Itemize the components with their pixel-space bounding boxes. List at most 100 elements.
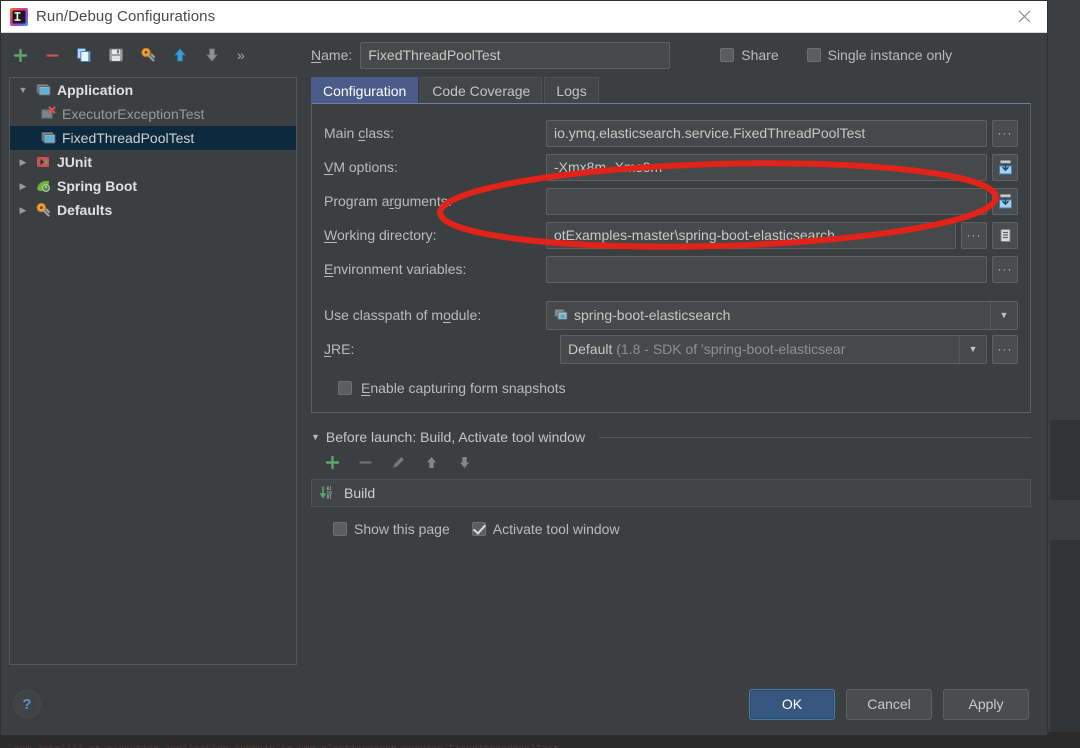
- name-label: NName:ame:: [311, 47, 353, 63]
- twisty-collapsed-icon[interactable]: ▶: [16, 157, 30, 168]
- share-checkbox[interactable]: Share: [720, 47, 779, 63]
- expand-editor-icon: [998, 193, 1012, 208]
- tree-item-application[interactable]: ▼ Application: [10, 78, 296, 102]
- before-launch-header[interactable]: ▼ Before launch: Build, Activate tool wi…: [311, 429, 1031, 445]
- copy-configuration-icon[interactable]: [73, 44, 95, 66]
- jre-combobox[interactable]: Default (1.8 - SDK of 'spring-boot-elast…: [560, 334, 987, 364]
- move-up-icon[interactable]: [169, 44, 191, 66]
- environment-variables-label: Environment variables:: [324, 261, 467, 277]
- dialog-title: Run/Debug Configurations: [36, 8, 216, 25]
- chevron-down-icon[interactable]: ▼: [990, 301, 1017, 329]
- tree-item-executor-exception-test[interactable]: ExecutorExceptionTest: [10, 102, 296, 126]
- tree-item-fixed-thread-pool-test[interactable]: FixedThreadPoolTest: [10, 126, 296, 150]
- tree-item-defaults[interactable]: ▶ Defaults: [10, 198, 296, 222]
- environment-variables-input[interactable]: [546, 255, 987, 283]
- jre-row: JRE: Default (1.8 - SDK of 'spring-boot-…: [324, 334, 1018, 364]
- tree-item-label: Spring Boot: [57, 178, 138, 194]
- intellij-idea-logo-icon: [10, 7, 28, 26]
- before-launch-options: Show this page Activate tool window: [311, 521, 1031, 537]
- before-launch-task-row[interactable]: 01 10 01 Build: [311, 479, 1031, 507]
- jre-browse-button[interactable]: ···: [992, 334, 1018, 364]
- before-launch-move-up-button[interactable]: [424, 455, 439, 473]
- jre-label: JRE:: [324, 341, 355, 357]
- before-launch-task-label: Build: [344, 485, 376, 501]
- junit-icon: [35, 154, 52, 170]
- show-this-page-checkbox[interactable]: Show this page: [333, 521, 450, 537]
- vm-options-expand-button[interactable]: [992, 153, 1018, 181]
- tab-configuration[interactable]: Configuration: [311, 77, 419, 103]
- ellipsis-icon: ···: [997, 342, 1013, 356]
- main-class-input[interactable]: io.ymq.elasticsearch.service.FixedThread…: [546, 119, 987, 147]
- toolbar-and-name-row: » NName:ame: FixedThreadPoolTest Share S…: [1, 33, 1047, 77]
- single-instance-label: Single instance only: [827, 47, 953, 63]
- configuration-name-input[interactable]: FixedThreadPoolTest: [360, 41, 671, 69]
- application-error-icon: [40, 106, 57, 122]
- twisty-expanded-icon[interactable]: ▼: [311, 432, 320, 442]
- before-launch-edit-button[interactable]: [391, 455, 406, 473]
- show-this-page-checkbox-box: [333, 522, 347, 536]
- save-configuration-icon[interactable]: [105, 44, 127, 66]
- working-directory-macros-button[interactable]: [992, 221, 1018, 249]
- tree-item-spring-boot[interactable]: ▶ Spring Boot: [10, 174, 296, 198]
- jre-value-hint: (1.8 - SDK of 'spring-boot-elasticsear: [616, 341, 846, 357]
- wrench-gear-icon: [35, 202, 52, 218]
- single-instance-checkbox-box: [806, 48, 821, 62]
- tree-item-label: Application: [57, 82, 134, 98]
- tree-item-junit[interactable]: ▶ JUnit: [10, 150, 296, 174]
- ok-button[interactable]: OK: [749, 688, 835, 720]
- dialog-footer: ? OK Cancel Apply: [1, 673, 1047, 735]
- apply-button[interactable]: Apply: [943, 688, 1029, 720]
- application-run-icon: [40, 130, 57, 146]
- tab-code-coverage[interactable]: Code Coverage: [420, 77, 543, 103]
- move-down-icon[interactable]: [201, 44, 223, 66]
- console-text: com.intellij.rt.execution.application.Ap…: [14, 744, 559, 748]
- close-icon[interactable]: [1001, 1, 1047, 32]
- main-class-browse-button[interactable]: ···: [992, 119, 1018, 147]
- activate-tool-window-checkbox-box: [471, 522, 486, 536]
- form-snapshots-label: Enable capturing form snapshots: [361, 380, 566, 396]
- application-folder-icon: [35, 82, 52, 98]
- twisty-collapsed-icon[interactable]: ▶: [16, 181, 30, 192]
- before-launch-move-down-button[interactable]: [457, 455, 472, 473]
- vm-options-input[interactable]: -Xmx8m -Xms8m: [546, 153, 987, 181]
- classpath-module-combobox[interactable]: spring-boot-elasticsearch ▼: [546, 300, 1018, 330]
- cancel-button[interactable]: Cancel: [846, 688, 932, 720]
- editor-tabs: Configuration Code Coverage Logs: [311, 77, 1031, 103]
- program-arguments-label: Program arguments:: [324, 193, 452, 209]
- twisty-collapsed-icon[interactable]: ▶: [16, 205, 30, 216]
- ide-right-gutter: [1050, 0, 1080, 748]
- single-instance-checkbox[interactable]: Single instance only: [806, 47, 953, 63]
- program-arguments-input[interactable]: [546, 187, 987, 215]
- name-row: NName:ame: FixedThreadPoolTest Share Sin…: [297, 41, 1047, 69]
- activate-tool-window-checkbox[interactable]: Activate tool window: [471, 521, 620, 537]
- working-directory-row: Working directory: otExamples-master\spr…: [324, 220, 1018, 250]
- before-launch-add-button[interactable]: [325, 455, 340, 473]
- build-compile-icon: 01 10 01: [320, 485, 337, 501]
- add-configuration-button[interactable]: [9, 44, 31, 66]
- spring-boot-leaf-icon: [35, 178, 52, 194]
- working-directory-browse-button[interactable]: ···: [961, 221, 987, 249]
- vm-options-row: VM options: -Xmx8m -Xms8m: [324, 152, 1018, 182]
- toolbar-overflow-button[interactable]: »: [237, 47, 245, 63]
- ellipsis-icon: ···: [997, 126, 1013, 140]
- help-question-icon[interactable]: ?: [13, 690, 41, 718]
- configuration-editor-pane: Configuration Code Coverage Logs Main cl…: [297, 77, 1047, 673]
- dialog-body: ▼ Application ExecutorExceptionTest Fixe…: [1, 77, 1047, 673]
- environment-variables-browse-button[interactable]: ···: [992, 255, 1018, 283]
- chevron-down-icon[interactable]: ▼: [959, 335, 986, 363]
- module-icon: [554, 308, 574, 322]
- program-arguments-expand-button[interactable]: [992, 187, 1018, 215]
- form-snapshots-checkbox-box: [338, 381, 352, 395]
- remove-configuration-button[interactable]: [41, 44, 63, 66]
- tree-item-label: Defaults: [57, 202, 113, 218]
- working-directory-input[interactable]: otExamples-master\spring-boot-elasticsea…: [546, 221, 956, 249]
- twisty-expanded-icon[interactable]: ▼: [16, 85, 30, 95]
- configurations-tree: ▼ Application ExecutorExceptionTest Fixe…: [9, 77, 297, 665]
- jre-value: Default: [568, 341, 613, 357]
- before-launch-remove-button[interactable]: [358, 455, 373, 473]
- tab-logs[interactable]: Logs: [544, 77, 599, 103]
- share-checkbox-box: [720, 48, 735, 62]
- form-snapshots-checkbox[interactable]: Enable capturing form snapshots: [324, 380, 1018, 396]
- wrench-gear-icon[interactable]: [137, 44, 159, 66]
- share-label: Share: [741, 47, 779, 63]
